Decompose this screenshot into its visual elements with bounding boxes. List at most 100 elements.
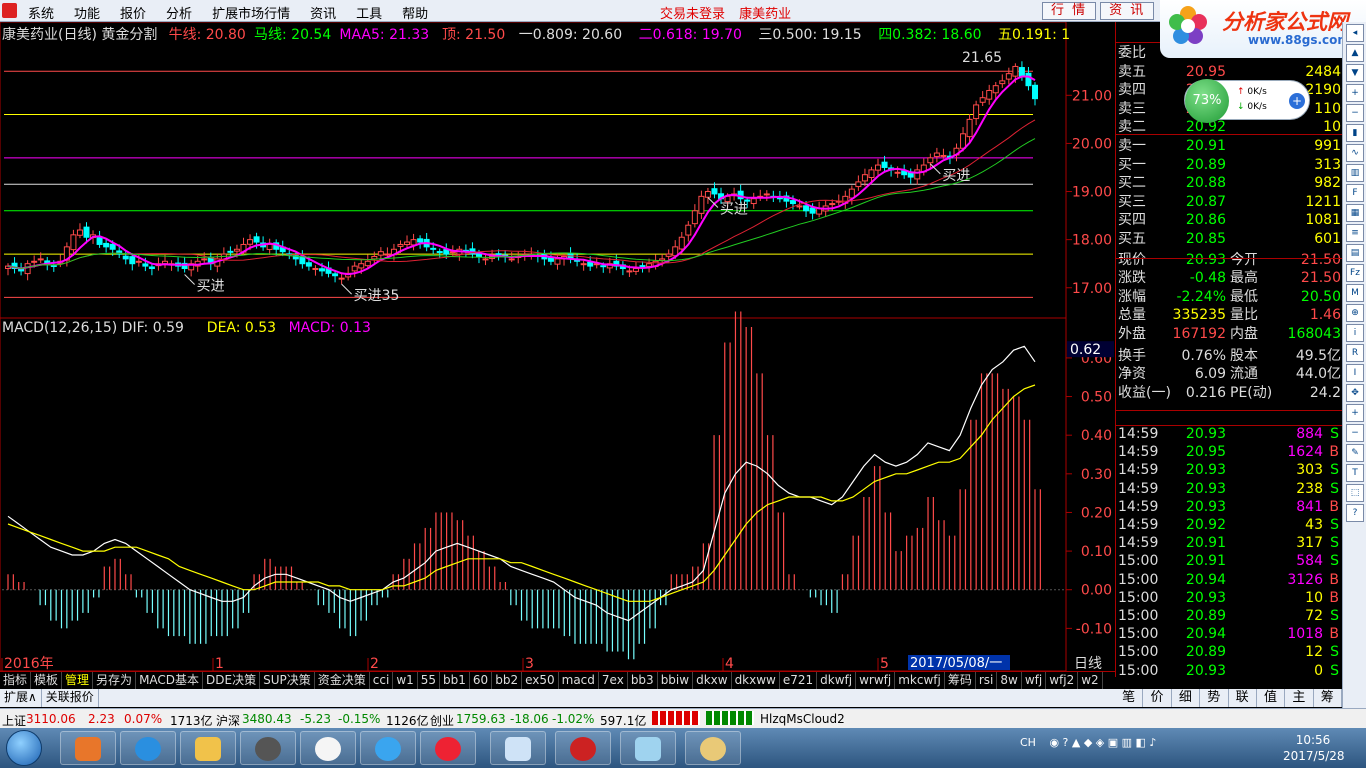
taskbar-paint-icon[interactable] (685, 731, 741, 765)
tab-indicator-5[interactable]: DDE决策 (203, 672, 261, 689)
tab-indicator-12[interactable]: 60 (470, 672, 493, 689)
taskbar-ie2-icon[interactable] (360, 731, 416, 765)
kline-chart[interactable]: 21.0020.0019.0018.0017.00买进买进35买进买进21.65… (0, 22, 1115, 672)
tool-zoom-in-icon[interactable]: + (1346, 84, 1364, 102)
menu-function[interactable]: 功能 (64, 3, 110, 22)
tab-indicator-16[interactable]: 7ex (599, 672, 628, 689)
quote-button[interactable]: 行 情 (1042, 2, 1097, 20)
login-status[interactable]: 交易未登录 (660, 7, 725, 22)
menu-analysis[interactable]: 分析 (156, 3, 202, 22)
quote-tab-3[interactable]: 势 (1200, 689, 1229, 707)
language-indicator[interactable]: CH (1020, 736, 1036, 749)
tab-indicator-7[interactable]: 资金决策 (315, 672, 370, 689)
taskbar-ie-icon[interactable] (120, 731, 176, 765)
tool-compare-icon[interactable]: ⊕ (1346, 304, 1364, 322)
quote-tab-1[interactable]: 价 (1143, 689, 1172, 707)
tool-info-icon[interactable]: i (1346, 324, 1364, 342)
tab-indicator-18[interactable]: bbiw (658, 672, 694, 689)
chart-panel[interactable]: 21.00 20.00 19.00 18.00 17.00 买进 买进35 买进 买进 21.65… (0, 22, 1115, 677)
plus-icon[interactable]: + (1289, 93, 1305, 109)
tool-f10-icon[interactable]: F (1346, 184, 1364, 202)
sh-value[interactable]: 3110.06 (26, 712, 76, 726)
tool-kline-icon[interactable]: ▮ (1346, 124, 1364, 142)
quote-divider (1116, 410, 1343, 411)
taskbar-doc-icon[interactable] (620, 731, 676, 765)
taskbar-video-icon[interactable] (420, 731, 476, 765)
tab-indicator-20[interactable]: dkxww (732, 672, 780, 689)
tool-rsi-icon[interactable]: R (1346, 344, 1364, 362)
tool-back-icon[interactable]: ◂ (1346, 24, 1364, 42)
tab-indicator-26[interactable]: rsi (976, 672, 998, 689)
tool-line-icon[interactable]: ∿ (1346, 144, 1364, 162)
tool-plus-icon[interactable]: + (1346, 404, 1364, 422)
menu-help[interactable]: 帮助 (392, 3, 438, 22)
tool-text-icon[interactable]: T (1346, 464, 1364, 482)
tab-indicator-24[interactable]: mkcwfj (895, 672, 945, 689)
taskbar-notepad-icon[interactable] (490, 731, 546, 765)
menu-system[interactable]: 系统 (18, 3, 64, 22)
tab-indicator-1[interactable]: 模板 (31, 672, 63, 689)
menu-extended-market[interactable]: 扩展市场行情 (202, 3, 300, 22)
menu-quote[interactable]: 报价 (110, 3, 156, 22)
menu-news[interactable]: 资讯 (300, 3, 346, 22)
tool-minus-icon[interactable]: − (1346, 424, 1364, 442)
tool-indicator-icon[interactable]: I (1346, 364, 1364, 382)
tab-indicator-25[interactable]: 筹码 (945, 672, 976, 689)
hs-value[interactable]: 3480.43 (242, 712, 292, 726)
cy-value[interactable]: 1759.63 (456, 712, 506, 726)
quote-tab-7[interactable]: 筹 (1314, 689, 1342, 707)
clock[interactable]: 10:56 2017/5/28 (1283, 732, 1345, 764)
tab-indicator-9[interactable]: w1 (393, 672, 418, 689)
menu-tools[interactable]: 工具 (346, 3, 392, 22)
tool-select-icon[interactable]: ⬚ (1346, 484, 1364, 502)
tool-zoom-out-icon[interactable]: − (1346, 104, 1364, 122)
news-button[interactable]: 资 讯 (1100, 2, 1155, 20)
tool-chart-icon[interactable]: ▤ (1346, 244, 1364, 262)
tool-fz-icon[interactable]: Fz (1346, 264, 1364, 282)
tab-indicator-23[interactable]: wrwfj (856, 672, 896, 689)
tab-indicator-27[interactable]: 8w (997, 672, 1022, 689)
tool-help-icon[interactable]: ? (1346, 504, 1364, 522)
tab-indicator-6[interactable]: SUP决策 (260, 672, 315, 689)
tab-indicator-11[interactable]: bb1 (440, 672, 470, 689)
tool-draw-icon[interactable]: ✎ (1346, 444, 1364, 462)
quote-tab-2[interactable]: 细 (1172, 689, 1201, 707)
quote-tab-0[interactable]: 笔 (1115, 689, 1144, 707)
tab-indicator-17[interactable]: bb3 (628, 672, 658, 689)
tab-related-quote[interactable]: 关联报价 (42, 689, 99, 707)
tab-indicator-8[interactable]: cci (370, 672, 394, 689)
tool-grid-icon[interactable]: ▦ (1346, 204, 1364, 222)
tool-list-icon[interactable]: ≡ (1346, 224, 1364, 242)
system-tray[interactable]: CH ◉ ? ▲ ◆ ◈ ▣ ▥ ◧ ♪ (1020, 736, 1156, 749)
taskbar-stock-app-icon[interactable] (555, 731, 611, 765)
tab-indicator-0[interactable]: 指标 (0, 672, 32, 689)
start-button[interactable] (6, 730, 42, 766)
tab-indicator-15[interactable]: macd (559, 672, 599, 689)
tool-move-icon[interactable]: ✥ (1346, 384, 1364, 402)
tab-indicator-10[interactable]: 55 (418, 672, 441, 689)
net-speed-widget[interactable]: 73% ↑ 0K/s ↓ 0K/s + (1184, 79, 1310, 123)
tab-indicator-14[interactable]: ex50 (522, 672, 559, 689)
tab-indicator-22[interactable]: dkwfj (817, 672, 857, 689)
tab-indicator-29[interactable]: wfj2 (1046, 672, 1079, 689)
taskbar-folder-icon[interactable] (180, 731, 236, 765)
tab-indicator-30[interactable]: w2 (1078, 672, 1103, 689)
taskbar-film-icon[interactable] (240, 731, 296, 765)
tool-down-icon[interactable]: ▼ (1346, 64, 1364, 82)
tool-bar-icon[interactable]: ▥ (1346, 164, 1364, 182)
tab-indicator-21[interactable]: e721 (780, 672, 818, 689)
tab-indicator-13[interactable]: bb2 (492, 672, 523, 689)
tab-indicator-3[interactable]: 另存为 (93, 672, 137, 689)
tab-indicator-2[interactable]: 管理 (62, 672, 94, 689)
tool-up-icon[interactable]: ▲ (1346, 44, 1364, 62)
tab-indicator-28[interactable]: wfj (1022, 672, 1047, 689)
taskbar-weibo-icon[interactable] (300, 731, 356, 765)
quote-tab-4[interactable]: 联 (1229, 689, 1257, 707)
quote-tab-6[interactable]: 主 (1285, 689, 1314, 707)
tab-indicator-19[interactable]: dkxw (693, 672, 732, 689)
taskbar-media-icon[interactable] (60, 731, 116, 765)
tool-ma-icon[interactable]: M (1346, 284, 1364, 302)
quote-tab-5[interactable]: 值 (1257, 689, 1286, 707)
tab-indicator-4[interactable]: MACD基本 (136, 672, 204, 689)
tab-extend[interactable]: 扩展∧ (0, 689, 42, 707)
